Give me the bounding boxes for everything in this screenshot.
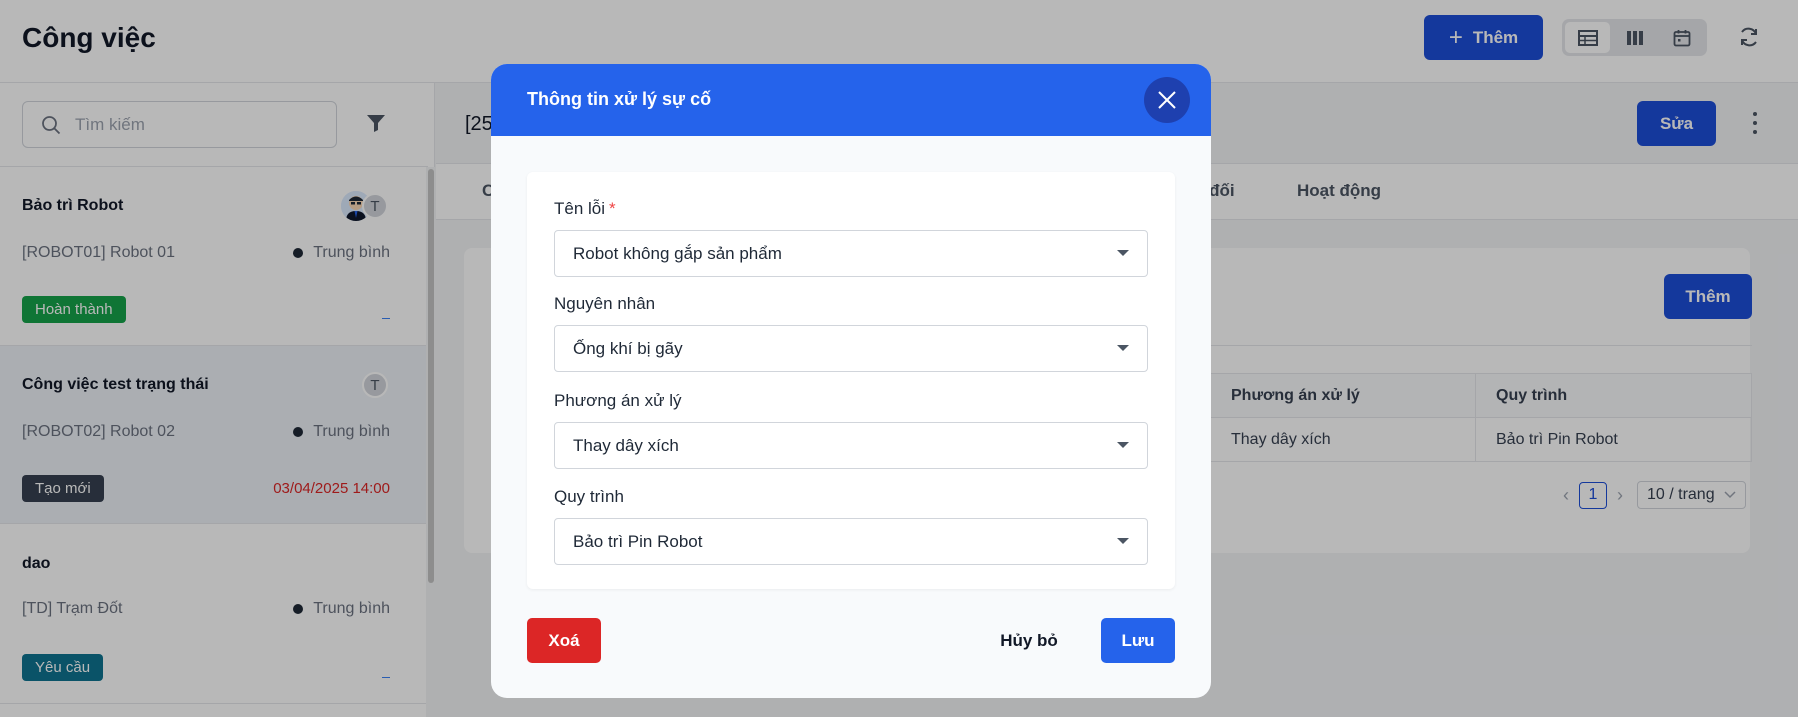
modal-header: Thông tin xử lý sự cố: [491, 64, 1211, 136]
solution-value: Thay dây xích: [573, 435, 679, 455]
cancel-button[interactable]: Hủy bỏ: [994, 618, 1064, 663]
delete-button[interactable]: Xoá: [527, 618, 601, 663]
close-button[interactable]: [1144, 77, 1190, 123]
cause-label: Nguyên nhân: [554, 294, 656, 313]
procedure-value: Bảo trì Pin Robot: [573, 531, 703, 551]
save-button[interactable]: Lưu: [1101, 618, 1175, 663]
required-marker: *: [609, 199, 616, 218]
error-name-value: Robot không gắp sản phẩm: [573, 243, 782, 263]
caret-down-icon: [1117, 442, 1129, 448]
caret-down-icon: [1117, 538, 1129, 544]
incident-form: Tên lỗi * Robot không gắp sản phẩm Nguyên…: [527, 172, 1175, 589]
incident-modal: Thông tin xử lý sự cố Tên lỗi * Robot khô…: [491, 64, 1211, 698]
cause-select[interactable]: Ống khí bị gãy: [554, 325, 1148, 372]
solution-select[interactable]: Thay dây xích: [554, 422, 1148, 469]
procedure-select[interactable]: Bảo trì Pin Robot: [554, 518, 1148, 565]
solution-label: Phương án xử lý: [554, 391, 682, 410]
error-name-label: Tên lỗi *: [554, 199, 616, 218]
modal-title: Thông tin xử lý sự cố: [527, 89, 712, 109]
cause-value: Ống khí bị gãy: [573, 338, 683, 358]
close-icon: [1158, 91, 1176, 109]
error-name-select[interactable]: Robot không gắp sản phẩm: [554, 230, 1148, 277]
procedure-label: Quy trình: [554, 487, 624, 506]
caret-down-icon: [1117, 345, 1129, 351]
caret-down-icon: [1117, 250, 1129, 256]
